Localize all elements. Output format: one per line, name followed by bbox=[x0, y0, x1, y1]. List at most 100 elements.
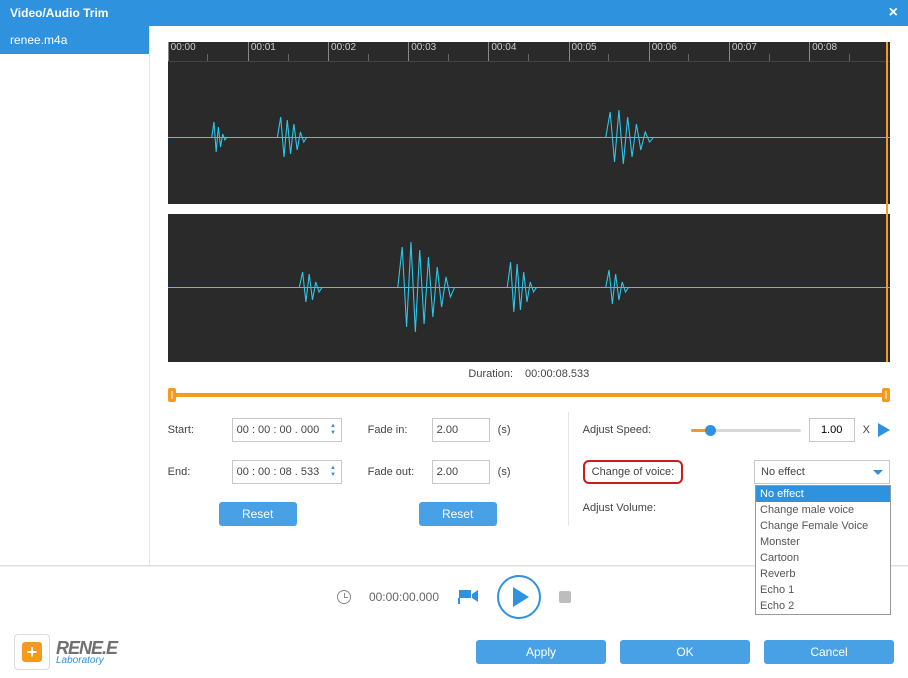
ruler-tick: 00:05 bbox=[569, 42, 597, 61]
volume-label: Adjust Volume: bbox=[583, 502, 683, 514]
stop-button[interactable] bbox=[559, 591, 571, 603]
trim-rail bbox=[174, 393, 884, 397]
start-time-field[interactable] bbox=[233, 424, 326, 436]
ruler-subtick bbox=[769, 54, 770, 61]
waveform-svg bbox=[168, 212, 890, 362]
voice-option[interactable]: Change Female Voice bbox=[756, 518, 890, 534]
ruler-subtick bbox=[368, 54, 369, 61]
chevron-down-icon[interactable]: ▼ bbox=[330, 430, 336, 437]
ruler-subtick bbox=[448, 54, 449, 61]
apply-button[interactable]: Apply bbox=[476, 640, 606, 664]
footer-bar: + RENE.E Laboratory Apply OK Cancel bbox=[0, 626, 908, 678]
ruler-subtick bbox=[528, 54, 529, 61]
chevron-up-icon[interactable]: ▲ bbox=[330, 423, 336, 430]
duration-value: 00:00:08.533 bbox=[525, 368, 589, 380]
title-bar: Video/Audio Trim × bbox=[0, 0, 908, 26]
voice-option[interactable]: Reverb bbox=[756, 566, 890, 582]
reset-fade-button[interactable]: Reset bbox=[419, 502, 497, 526]
sidebar-file-label: renee.m4a bbox=[10, 33, 67, 47]
speed-row: Adjust Speed: X bbox=[583, 418, 890, 442]
ruler-tick: 00:06 bbox=[649, 42, 677, 61]
ruler-tick: 00:01 bbox=[248, 42, 276, 61]
speed-value-input[interactable] bbox=[809, 418, 855, 442]
main-panel: 00:00 00:01 00:02 00:03 00:04 00:05 00:0… bbox=[150, 26, 908, 565]
effects-controls: Adjust Speed: X Change of voice: No effe… bbox=[568, 412, 890, 526]
spinner-arrows[interactable]: ▲▼ bbox=[325, 423, 340, 437]
voice-option[interactable]: Monster bbox=[756, 534, 890, 550]
waveform-area[interactable] bbox=[168, 62, 890, 362]
voice-selected: No effect bbox=[761, 466, 805, 478]
trim-controls: Start: ▲▼ End: ▲▼ Reset bbox=[168, 412, 348, 526]
ruler-tick: 00:00 bbox=[168, 42, 196, 61]
fadeout-row: Fade out: (s) bbox=[368, 460, 548, 484]
duration-label: Duration: bbox=[468, 368, 513, 380]
voice-label-highlighted: Change of voice: bbox=[583, 460, 684, 484]
ok-button[interactable]: OK bbox=[620, 640, 750, 664]
start-row: Start: ▲▼ bbox=[168, 418, 348, 442]
ruler-subtick bbox=[849, 54, 850, 61]
cancel-button[interactable]: Cancel bbox=[764, 640, 894, 664]
fade-controls: Fade in: (s) Fade out: (s) Reset bbox=[368, 412, 548, 526]
ruler-tick: 00:03 bbox=[408, 42, 436, 61]
duration-strip: Duration: 00:00:08.533 bbox=[168, 362, 890, 386]
sidebar-file-item[interactable]: renee.m4a bbox=[0, 26, 149, 54]
waveform-svg bbox=[168, 62, 890, 212]
reset-trim-button[interactable]: Reset bbox=[219, 502, 297, 526]
fade-unit: (s) bbox=[498, 424, 511, 436]
end-row: End: ▲▼ bbox=[168, 460, 348, 484]
waveform-track-right bbox=[168, 212, 890, 362]
voice-option[interactable]: Echo 1 bbox=[756, 582, 890, 598]
fadein-field[interactable] bbox=[433, 424, 489, 436]
fadein-label: Fade in: bbox=[368, 424, 424, 436]
ruler-subtick bbox=[207, 54, 208, 61]
ruler-subtick bbox=[688, 54, 689, 61]
playback-time: 00:00:00.000 bbox=[369, 590, 439, 604]
speed-slider[interactable] bbox=[691, 423, 801, 437]
chevron-down-icon[interactable]: ▼ bbox=[330, 472, 336, 479]
ruler-subtick bbox=[288, 54, 289, 61]
marker-icon[interactable] bbox=[457, 588, 479, 606]
ruler-subtick bbox=[608, 54, 609, 61]
play-button[interactable] bbox=[497, 575, 541, 619]
fadein-row: Fade in: (s) bbox=[368, 418, 548, 442]
playhead-end-marker bbox=[886, 42, 888, 362]
slider-thumb[interactable] bbox=[705, 425, 716, 436]
ruler-tick: 00:08 bbox=[809, 42, 837, 61]
voice-option[interactable]: Change male voice bbox=[756, 502, 890, 518]
play-icon bbox=[513, 587, 529, 607]
time-ruler[interactable]: 00:00 00:01 00:02 00:03 00:04 00:05 00:0… bbox=[168, 42, 890, 62]
voice-dropdown-list[interactable]: No effect Change male voice Change Femal… bbox=[755, 485, 891, 615]
voice-option[interactable]: Echo 2 bbox=[756, 598, 890, 614]
fadeout-field[interactable] bbox=[433, 466, 489, 478]
fadein-input[interactable] bbox=[432, 418, 490, 442]
close-icon[interactable]: × bbox=[889, 4, 898, 22]
trim-handle-start[interactable] bbox=[168, 388, 176, 402]
end-time-field[interactable] bbox=[233, 466, 326, 478]
file-sidebar: renee.m4a bbox=[0, 26, 150, 565]
chevron-up-icon[interactable]: ▲ bbox=[330, 465, 336, 472]
start-label: Start: bbox=[168, 424, 224, 436]
chevron-down-icon bbox=[873, 470, 883, 475]
voice-option[interactable]: Cartoon bbox=[756, 550, 890, 566]
content-area: renee.m4a 00:00 00:01 00:02 00:03 00:04 … bbox=[0, 26, 908, 566]
spinner-arrows[interactable]: ▲▼ bbox=[325, 465, 340, 479]
ruler-tick: 00:07 bbox=[729, 42, 757, 61]
end-time-input[interactable]: ▲▼ bbox=[232, 460, 342, 484]
voice-row: Change of voice: No effect No effect Cha… bbox=[583, 460, 890, 484]
voice-dropdown[interactable]: No effect bbox=[754, 460, 890, 484]
fade-unit: (s) bbox=[498, 466, 511, 478]
end-label: End: bbox=[168, 466, 224, 478]
waveform-track-left bbox=[168, 62, 890, 212]
controls-grid: Start: ▲▼ End: ▲▼ Reset bbox=[168, 412, 890, 526]
logo-badge-icon: + bbox=[14, 634, 50, 670]
play-speed-icon[interactable] bbox=[878, 423, 890, 437]
trim-handle-end[interactable] bbox=[882, 388, 890, 402]
trim-range-bar[interactable] bbox=[168, 388, 890, 402]
brand-logo: + RENE.E Laboratory bbox=[14, 634, 117, 670]
clock-icon bbox=[337, 590, 351, 604]
window-title: Video/Audio Trim bbox=[10, 6, 108, 20]
voice-option[interactable]: No effect bbox=[756, 486, 890, 502]
fadeout-input[interactable] bbox=[432, 460, 490, 484]
start-time-input[interactable]: ▲▼ bbox=[232, 418, 342, 442]
speed-suffix: X bbox=[863, 424, 870, 436]
